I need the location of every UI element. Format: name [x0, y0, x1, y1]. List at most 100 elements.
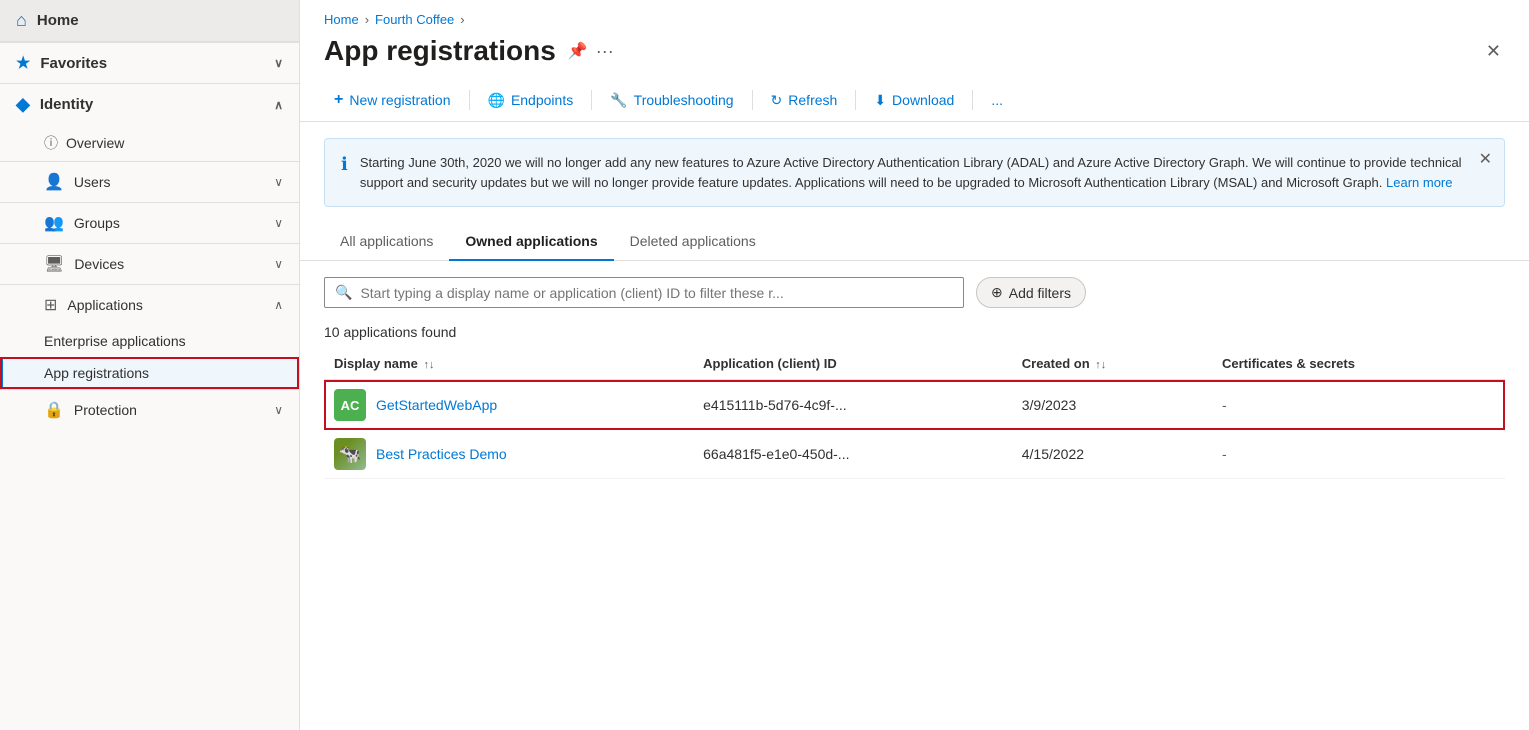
identity-label: Identity [40, 96, 93, 113]
applications-icon: ⊞ [44, 295, 57, 315]
col-client-id: Application (client) ID [693, 348, 1012, 380]
filter-icon: ⊕ [991, 284, 1003, 301]
toolbar-separator-5 [972, 90, 973, 110]
breadcrumb-home[interactable]: Home [324, 12, 359, 27]
close-banner-button[interactable]: ✕ [1479, 149, 1492, 169]
applications-label: Applications [67, 297, 143, 313]
users-icon: 👤 [44, 172, 64, 192]
refresh-button[interactable]: ↻ Refresh [761, 86, 848, 115]
table-row[interactable]: 🐄 Best Practices Demo 66a481f5-e1e0-450d… [324, 430, 1505, 479]
header-icons: 📌 ··· [568, 41, 614, 62]
tab-deleted-applications[interactable]: Deleted applications [614, 223, 772, 261]
identity-icon: ◆ [16, 94, 30, 115]
chevron-down-icon: ∨ [274, 56, 283, 70]
download-button[interactable]: ⬇ Download [864, 86, 964, 115]
info-banner-text: Starting June 30th, 2020 we will no long… [360, 153, 1488, 192]
col-certs: Certificates & secrets [1212, 348, 1505, 380]
globe-icon: 🌐 [488, 92, 505, 109]
table-row[interactable]: AC GetStartedWebApp e415111b-5d76-4c9f-.… [324, 380, 1505, 430]
search-input[interactable] [360, 285, 953, 301]
sidebar-item-overview[interactable]: ⓘ Overview [0, 125, 299, 161]
overview-label: Overview [66, 135, 124, 151]
col-display-name[interactable]: Display name ↑↓ [324, 348, 693, 380]
tabs: All applications Owned applications Dele… [300, 223, 1529, 261]
sidebar-groups[interactable]: 👥 Groups ∨ [0, 202, 299, 243]
page-title: App registrations [324, 35, 556, 67]
sidebar-protection[interactable]: 🔒 Protection ∨ [0, 389, 299, 430]
chevron-down-icon-protection: ∨ [274, 403, 283, 417]
table-area: 10 applications found Display name ↑↓ Ap… [300, 316, 1529, 730]
devices-icon: 🖥 [44, 254, 64, 274]
close-button[interactable]: ✕ [1482, 37, 1505, 66]
sidebar-applications[interactable]: ⊞ Applications ∧ [0, 284, 299, 325]
home-label: Home [37, 12, 79, 29]
sidebar-item-app-registrations[interactable]: App registrations [0, 357, 299, 389]
download-icon: ⬇ [874, 92, 886, 109]
cell-client-id-2: 66a481f5-e1e0-450d-... [693, 430, 1012, 479]
applications-table: Display name ↑↓ Application (client) ID … [324, 348, 1505, 479]
count-row: 10 applications found [324, 316, 1505, 348]
sidebar-devices[interactable]: 🖥 Devices ∨ [0, 243, 299, 284]
cell-created-1: 3/9/2023 [1012, 380, 1212, 430]
chevron-up-icon-apps: ∧ [274, 298, 283, 312]
wrench-icon: 🔧 [610, 92, 627, 109]
protection-icon: 🔒 [44, 400, 64, 420]
sidebar-item-home[interactable]: ⌂ Home [0, 0, 299, 42]
toolbar-separator-3 [752, 90, 753, 110]
learn-more-link[interactable]: Learn more [1386, 175, 1452, 190]
overview-icon: ⓘ [44, 133, 58, 153]
sidebar-item-enterprise-apps[interactable]: Enterprise applications [0, 325, 299, 357]
cell-created-2: 4/15/2022 [1012, 430, 1212, 479]
search-box[interactable]: 🔍 [324, 277, 964, 308]
enterprise-apps-label: Enterprise applications [44, 333, 186, 349]
refresh-icon: ↻ [771, 92, 783, 109]
more-toolbar-button[interactable]: ... [981, 86, 1013, 114]
cell-app-name-1: AC GetStartedWebApp [324, 380, 693, 430]
app-icon-ac: AC [334, 389, 366, 421]
sidebar: ⌂ Home ★ Favorites ∨ ◆ Identity ∧ ⓘ Over… [0, 0, 300, 730]
table-body: AC GetStartedWebApp e415111b-5d76-4c9f-.… [324, 380, 1505, 479]
sidebar-users[interactable]: 👤 Users ∨ [0, 161, 299, 202]
troubleshooting-button[interactable]: 🔧 Troubleshooting [600, 86, 743, 115]
add-filters-button[interactable]: ⊕ Add filters [976, 277, 1086, 308]
table-header: Display name ↑↓ Application (client) ID … [324, 348, 1505, 380]
toolbar-separator-4 [855, 90, 856, 110]
sort-icon-name: ↑↓ [423, 359, 434, 371]
search-bar-row: 🔍 ⊕ Add filters [300, 261, 1529, 316]
info-icon: ℹ [341, 154, 348, 175]
sidebar-favorites[interactable]: ★ Favorites ∨ [0, 42, 299, 83]
main-content: Home › Fourth Coffee › App registrations… [300, 0, 1529, 730]
protection-label: Protection [74, 402, 137, 418]
groups-icon: 👥 [44, 213, 64, 233]
tab-owned-applications[interactable]: Owned applications [449, 223, 613, 261]
toolbar-separator-2 [591, 90, 592, 110]
page-header: App registrations 📌 ··· ✕ [300, 31, 1529, 79]
search-icon: 🔍 [335, 284, 352, 301]
pin-icon[interactable]: 📌 [568, 41, 588, 61]
app-name-link-1[interactable]: GetStartedWebApp [376, 397, 497, 413]
new-registration-button[interactable]: + New registration [324, 85, 461, 115]
groups-label: Groups [74, 215, 120, 231]
chevron-down-icon-groups: ∨ [274, 216, 283, 230]
users-label: Users [74, 174, 111, 190]
chevron-down-icon-devices: ∨ [274, 257, 283, 271]
sidebar-identity[interactable]: ◆ Identity ∧ [0, 83, 299, 125]
app-registrations-label: App registrations [44, 365, 149, 381]
endpoints-button[interactable]: 🌐 Endpoints [478, 86, 584, 115]
chevron-down-icon-users: ∨ [274, 175, 283, 189]
toolbar: + New registration 🌐 Endpoints 🔧 Trouble… [300, 79, 1529, 122]
cell-certs-1: - [1212, 380, 1505, 430]
devices-label: Devices [74, 256, 124, 272]
toolbar-separator-1 [469, 90, 470, 110]
breadcrumb-tenant[interactable]: Fourth Coffee [375, 12, 454, 27]
col-created-on[interactable]: Created on ↑↓ [1012, 348, 1212, 380]
more-options-icon[interactable]: ··· [596, 41, 614, 62]
sort-icon-created: ↑↓ [1095, 359, 1106, 371]
cell-certs-2: - [1212, 430, 1505, 479]
chevron-up-icon: ∧ [274, 98, 283, 112]
tab-all-applications[interactable]: All applications [324, 223, 449, 261]
favorites-label: Favorites [40, 55, 107, 72]
cell-app-name-2: 🐄 Best Practices Demo [324, 430, 693, 479]
app-name-link-2[interactable]: Best Practices Demo [376, 446, 507, 462]
cell-client-id-1: e415111b-5d76-4c9f-... [693, 380, 1012, 430]
